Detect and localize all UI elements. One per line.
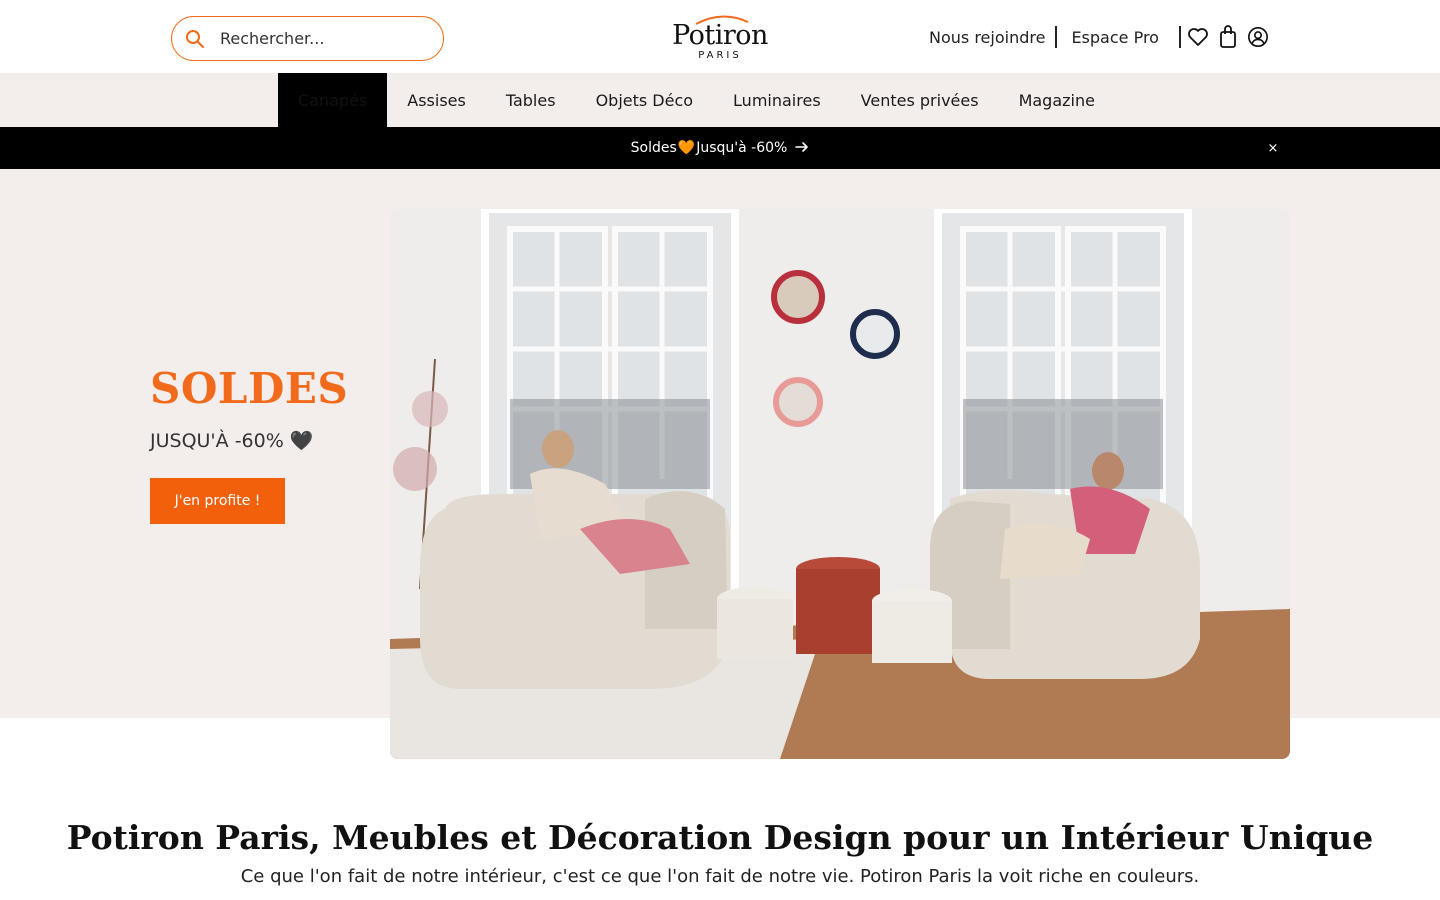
page-lead: Ce que l'on fait de notre intérieur, c'e… xyxy=(240,866,1200,887)
nav-item-luminaires[interactable]: Luminaires xyxy=(713,73,841,127)
logo-city: PARIS xyxy=(698,50,742,61)
promo-link[interactable]: Soldes 🧡 Jusqu'à -60% xyxy=(0,127,1440,169)
promo-banner: Soldes 🧡 Jusqu'à -60% × xyxy=(0,127,1440,169)
living-room-photo xyxy=(390,209,1290,759)
close-icon[interactable]: × xyxy=(1265,139,1281,157)
nav-item-ventes-privees[interactable]: Ventes privées xyxy=(841,73,999,127)
search-bar[interactable] xyxy=(171,16,444,61)
divider xyxy=(1055,26,1058,48)
page-heading: Potiron Paris, Meubles et Décoration Des… xyxy=(66,818,1374,857)
search-icon[interactable] xyxy=(184,28,206,50)
hero-title: SOLDES xyxy=(150,364,349,413)
main-nav: Canapés Assises Tables Objets Déco Lumin… xyxy=(0,73,1440,127)
hero-subtitle: JUSQU'À -60% 🖤 xyxy=(150,430,314,452)
arrow-right-icon xyxy=(795,139,809,157)
promo-text: Soldes xyxy=(630,140,677,156)
promo-discount: Jusqu'à -60% xyxy=(696,140,788,156)
nav-item-assises[interactable]: Assises xyxy=(387,73,486,127)
orange-heart-icon: 🧡 xyxy=(677,140,696,156)
nav-item-tables[interactable]: Tables xyxy=(486,73,576,127)
account-icon[interactable] xyxy=(1247,25,1269,49)
potiron-logo[interactable]: Potiron PARIS xyxy=(666,12,774,62)
pro-space-link[interactable]: Espace Pro xyxy=(1071,28,1159,47)
nav-item-objets-deco[interactable]: Objets Déco xyxy=(576,73,713,127)
search-input[interactable] xyxy=(220,29,420,48)
nav-item-magazine[interactable]: Magazine xyxy=(999,73,1115,127)
divider xyxy=(1178,26,1181,48)
logo-name: Potiron xyxy=(672,20,768,51)
join-link[interactable]: Nous rejoindre xyxy=(929,28,1045,47)
header-links: Nous rejoindre Espace Pro xyxy=(929,24,1269,50)
hero-cta-button[interactable]: J'en profite ! xyxy=(150,478,285,524)
bag-icon[interactable] xyxy=(1217,25,1239,49)
heart-icon[interactable] xyxy=(1187,25,1209,49)
nav-item-canapes[interactable]: Canapés xyxy=(278,73,388,127)
hero-image[interactable] xyxy=(390,209,1290,759)
site-header: Potiron PARIS Nous rejoindre Espace Pro xyxy=(0,0,1440,73)
